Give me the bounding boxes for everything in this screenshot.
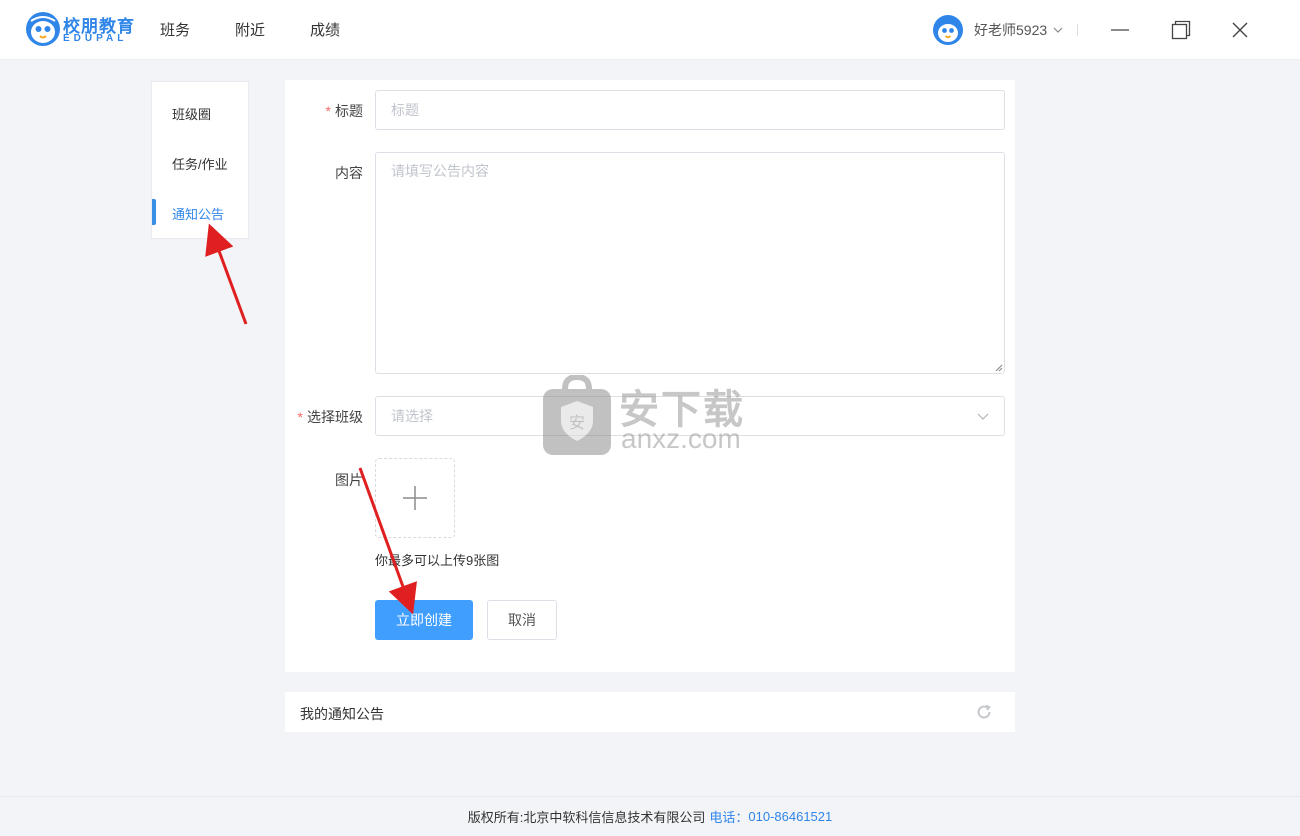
close-button[interactable] <box>1225 15 1255 45</box>
user-name: 好老师5923 <box>974 22 1048 38</box>
nav-item-nearby[interactable]: 附近 <box>235 19 265 40</box>
footer: 版权所有:北京中软科信信息技术有限公司 电话： 010-86461521 <box>0 796 1300 836</box>
my-notices-title: 我的通知公告 <box>300 706 384 722</box>
upload-tip: 你最多可以上传9张图 <box>375 553 500 568</box>
image-label: 图片 <box>335 472 363 488</box>
watermark-en: anxz.com <box>621 423 741 454</box>
top-bar: 校朋教育 EDUPAL 班务 附近 成绩 好老师5923 <box>0 0 1300 60</box>
minimize-icon <box>1111 29 1129 31</box>
copyright-text: 版权所有:北京中软科信信息技术有限公司 <box>467 810 706 825</box>
main-nav: 班务 附近 成绩 <box>160 19 385 40</box>
class-select-label: * 选择班级 <box>297 409 363 425</box>
sidebar-item-tasks[interactable]: 任务/作业 <box>172 154 228 173</box>
class-select-placeholder: 请选择 <box>391 408 433 424</box>
sidebar-item-class-circle[interactable]: 班级圈 <box>172 104 211 123</box>
maximize-icon <box>1171 20 1191 40</box>
user-menu[interactable]: 好老师5923 <box>932 14 1063 46</box>
refresh-icon[interactable] <box>975 703 993 721</box>
chevron-down-icon <box>1053 27 1063 33</box>
shield-bag-icon: 安 <box>543 373 611 455</box>
arrow-to-notices-menu <box>205 223 248 325</box>
my-notices-bar: 我的通知公告 <box>285 692 1015 732</box>
chevron-down-icon <box>977 413 989 420</box>
image-upload-button[interactable] <box>375 458 455 538</box>
phone-label: 电话： <box>709 810 749 825</box>
title-input[interactable] <box>375 90 1005 130</box>
resize-handle-icon[interactable] <box>995 364 1003 372</box>
required-mark: * <box>297 409 303 425</box>
required-mark: * <box>325 103 331 119</box>
create-button[interactable]: 立即创建 <box>375 600 473 640</box>
site-watermark: 安 安下载 anxz.com <box>541 373 761 459</box>
app-logo[interactable]: 校朋教育 EDUPAL <box>25 10 135 50</box>
phone-number: 010-86461521 <box>748 809 833 824</box>
title-label: * 标题 <box>325 103 363 119</box>
nav-item-class-affairs[interactable]: 班务 <box>160 19 190 40</box>
mascot-logo-icon <box>26 12 60 46</box>
avatar-icon <box>933 15 963 45</box>
content-textarea[interactable] <box>375 152 1005 374</box>
sidebar-item-notices[interactable]: 通知公告 <box>172 204 224 223</box>
svg-text:安: 安 <box>569 413 585 432</box>
close-icon <box>1232 22 1248 38</box>
plus-icon <box>403 486 427 510</box>
content-label: 内容 <box>335 165 363 181</box>
active-indicator <box>152 199 156 225</box>
cancel-button[interactable]: 取消 <box>487 600 557 640</box>
divider <box>1077 24 1078 36</box>
minimize-button[interactable] <box>1105 15 1135 45</box>
nav-item-grades[interactable]: 成绩 <box>310 19 340 40</box>
maximize-button[interactable] <box>1166 15 1196 45</box>
logo-subtext: EDUPAL <box>63 33 128 44</box>
side-menu: 班级圈 任务/作业 通知公告 <box>151 81 249 239</box>
